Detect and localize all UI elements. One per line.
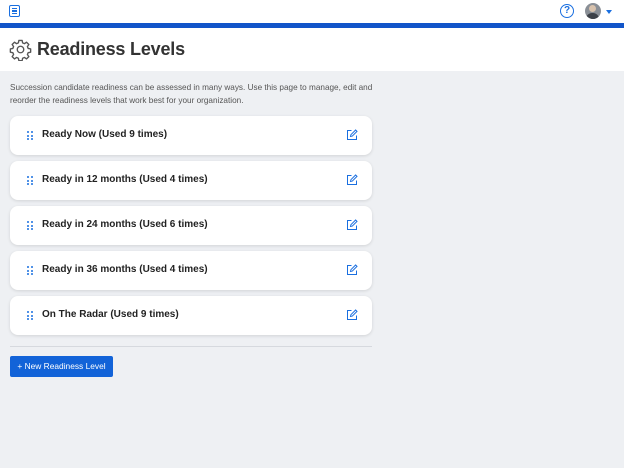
top-bar: ?	[0, 0, 624, 23]
readiness-level-card: On The Radar (Used 9 times)	[10, 296, 372, 335]
help-icon[interactable]: ?	[560, 4, 574, 18]
readiness-level-label: Ready Now (Used 9 times)	[42, 129, 168, 140]
drag-handle-icon[interactable]	[27, 221, 33, 230]
drag-handle-icon[interactable]	[27, 176, 33, 185]
drag-handle-icon[interactable]	[27, 311, 33, 320]
readiness-level-card: Ready in 12 months (Used 4 times)	[10, 161, 372, 200]
page-header: Readiness Levels	[0, 28, 624, 71]
readiness-level-label: Ready in 36 months (Used 4 times)	[42, 264, 208, 275]
edit-icon[interactable]	[346, 219, 358, 231]
readiness-level-label: On The Radar (Used 9 times)	[42, 309, 179, 320]
readiness-level-card: Ready in 36 months (Used 4 times)	[10, 251, 372, 290]
gear-icon	[9, 39, 32, 61]
readiness-level-label: Ready in 24 months (Used 6 times)	[42, 219, 208, 230]
avatar[interactable]	[585, 3, 601, 19]
edit-icon[interactable]	[346, 129, 358, 141]
readiness-level-card: Ready Now (Used 9 times)	[10, 116, 372, 155]
readiness-level-card: Ready in 24 months (Used 6 times)	[10, 206, 372, 245]
chevron-down-icon[interactable]	[606, 10, 612, 14]
new-readiness-level-button[interactable]: + New Readiness Level	[10, 356, 113, 377]
divider	[10, 346, 372, 347]
readiness-level-label: Ready in 12 months (Used 4 times)	[42, 174, 208, 185]
edit-icon[interactable]	[346, 264, 358, 276]
list-icon[interactable]	[9, 5, 20, 17]
edit-icon[interactable]	[346, 309, 358, 321]
page-title: Readiness Levels	[37, 39, 185, 59]
edit-icon[interactable]	[346, 174, 358, 186]
drag-handle-icon[interactable]	[27, 131, 33, 140]
drag-handle-icon[interactable]	[27, 266, 33, 275]
page-description: Succession candidate readiness can be as…	[10, 83, 373, 105]
